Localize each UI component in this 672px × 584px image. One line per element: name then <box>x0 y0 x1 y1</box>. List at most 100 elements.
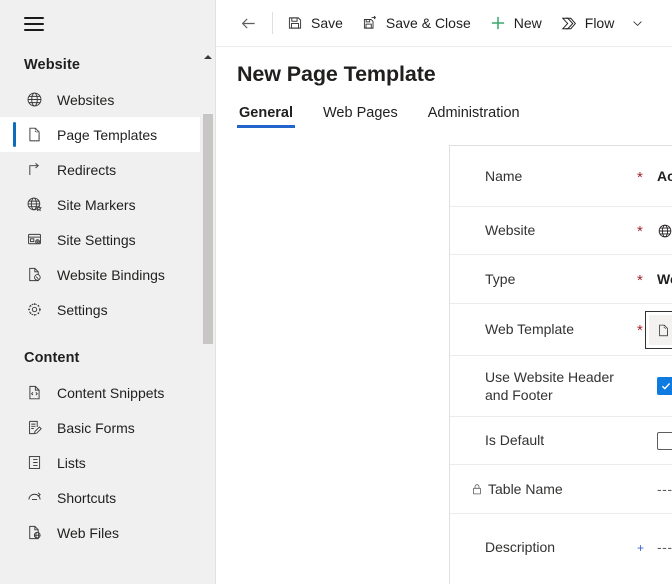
lock-icon <box>470 482 484 496</box>
flow-icon <box>560 14 578 32</box>
sidebar-item-label: Website Bindings <box>57 267 165 283</box>
page-title: New Page Template <box>216 47 672 87</box>
hamburger-icon[interactable] <box>24 17 44 31</box>
sidebar-scrollbar[interactable] <box>200 40 215 584</box>
form-row-name: Name * Account Data Snippet <box>450 146 672 207</box>
web-template-lookup-input[interactable]: account-web-template <box>645 311 672 349</box>
globe-icon <box>24 90 44 110</box>
shortcut-icon <box>24 488 44 508</box>
globe-icon <box>657 223 672 239</box>
new-button-label: New <box>514 15 542 31</box>
field-value-type[interactable]: Web Template <box>657 271 672 287</box>
sidebar-group-gap <box>0 327 215 341</box>
flow-button[interactable]: Flow <box>551 4 624 42</box>
sidebar-group-title-website: Website <box>0 48 215 82</box>
field-label-website: Website <box>485 221 637 239</box>
back-arrow-icon[interactable] <box>230 5 266 41</box>
document-icon <box>656 323 671 338</box>
no-marker <box>637 385 657 387</box>
lookup-chip[interactable]: account-web-template <box>649 315 672 345</box>
field-label-description: Description <box>485 538 637 556</box>
field-value-description[interactable]: --- <box>657 539 672 555</box>
field-value-name[interactable]: Account Data Snippet <box>657 168 672 184</box>
main-content: Save Save & Close <box>216 0 672 584</box>
required-marker: * <box>637 168 657 185</box>
save-floppy-icon <box>286 14 304 32</box>
website-binding-icon <box>24 265 44 285</box>
sidebar-item-lists[interactable]: Lists <box>0 445 215 480</box>
sidebar-item-site-markers[interactable]: Site Markers <box>0 187 215 222</box>
sidebar-item-content-snippets[interactable]: Content Snippets <box>0 375 215 410</box>
sidebar-item-label: Shortcuts <box>57 490 116 506</box>
globe-star-icon <box>24 195 44 215</box>
sidebar-item-redirects[interactable]: Redirects <box>0 152 215 187</box>
save-and-close-icon <box>361 14 379 32</box>
sidebar-item-label: Redirects <box>57 162 116 178</box>
sidebar-group-title-content: Content <box>0 341 215 375</box>
redirect-arrow-icon <box>24 160 44 180</box>
web-file-icon <box>24 523 44 543</box>
sidebar-item-settings[interactable]: Settings <box>0 292 215 327</box>
field-label-web-template: Web Template <box>485 320 637 338</box>
scroll-up-arrow-icon[interactable] <box>200 50 215 64</box>
gear-icon <box>24 300 44 320</box>
sidebar-item-label: Web Files <box>57 525 119 541</box>
sidebar-header <box>0 0 215 48</box>
sidebar-item-label: Content Snippets <box>57 385 164 401</box>
new-button[interactable]: New <box>480 4 551 42</box>
form-edit-icon <box>24 418 44 438</box>
no-marker <box>637 440 657 442</box>
form-row-type: Type * Web Template <box>450 255 672 304</box>
sidebar-item-websites[interactable]: Websites <box>0 82 215 117</box>
sidebar: Website Websites <box>0 0 216 584</box>
tab-general[interactable]: General <box>237 105 295 128</box>
form-row-website: Website * Starter Portal <box>450 207 672 255</box>
sidebar-item-label: Settings <box>57 302 108 318</box>
scrollbar-thumb[interactable] <box>203 114 213 344</box>
tab-list: General Web Pages Administration <box>216 98 672 128</box>
checkbox-use-website-header-and-footer[interactable] <box>657 377 672 395</box>
sidebar-item-page-templates[interactable]: Page Templates <box>0 117 215 152</box>
field-label-is-default: Is Default <box>485 431 637 449</box>
command-bar-divider <box>272 12 273 34</box>
checkbox-is-default[interactable] <box>657 432 672 450</box>
field-label-use-website-header-and-footer: Use Website Header and Footer <box>485 368 637 405</box>
sidebar-item-label: Site Markers <box>57 197 136 213</box>
form-row-web-template: Web Template * account-web-template <box>450 304 672 356</box>
app-root: Website Websites <box>0 0 672 584</box>
flow-button-label: Flow <box>585 15 615 31</box>
required-marker: * <box>637 271 657 288</box>
site-settings-icon <box>24 230 44 250</box>
sidebar-item-label: Site Settings <box>57 232 136 248</box>
sidebar-item-site-settings[interactable]: Site Settings <box>0 222 215 257</box>
field-label-table-name: Table Name <box>485 480 637 498</box>
sidebar-item-label: Page Templates <box>57 127 157 143</box>
field-label-table-name-text: Table Name <box>488 480 563 498</box>
sidebar-item-basic-forms[interactable]: Basic Forms <box>0 410 215 445</box>
form-row-description: Description + --- <box>450 514 672 580</box>
save-button[interactable]: Save <box>277 4 352 42</box>
chevron-down-icon[interactable] <box>623 4 651 42</box>
form-row-table-name: Table Name --- <box>450 465 672 514</box>
sidebar-item-label: Basic Forms <box>57 420 135 436</box>
optional-marker: + <box>637 541 657 554</box>
sidebar-item-website-bindings[interactable]: Website Bindings <box>0 257 215 292</box>
save-button-label: Save <box>311 15 343 31</box>
sidebar-item-label: Lists <box>57 455 86 471</box>
sidebar-item-shortcuts[interactable]: Shortcuts <box>0 480 215 515</box>
code-document-icon <box>24 383 44 403</box>
page-template-icon <box>24 125 44 145</box>
form-card: Name * Account Data Snippet Website * St… <box>449 145 672 584</box>
save-and-close-button[interactable]: Save & Close <box>352 4 480 42</box>
command-bar: Save Save & Close <box>216 0 672 47</box>
field-label-name: Name <box>485 167 637 185</box>
tab-administration[interactable]: Administration <box>426 105 522 128</box>
sidebar-item-label: Websites <box>57 92 114 108</box>
required-marker: * <box>637 222 657 239</box>
field-value-table-name: --- <box>657 481 672 497</box>
save-and-close-button-label: Save & Close <box>386 15 471 31</box>
list-icon <box>24 453 44 473</box>
tab-web-pages[interactable]: Web Pages <box>321 105 400 128</box>
sidebar-item-web-files[interactable]: Web Files <box>0 515 215 550</box>
field-value-website[interactable]: Starter Portal <box>657 223 672 239</box>
